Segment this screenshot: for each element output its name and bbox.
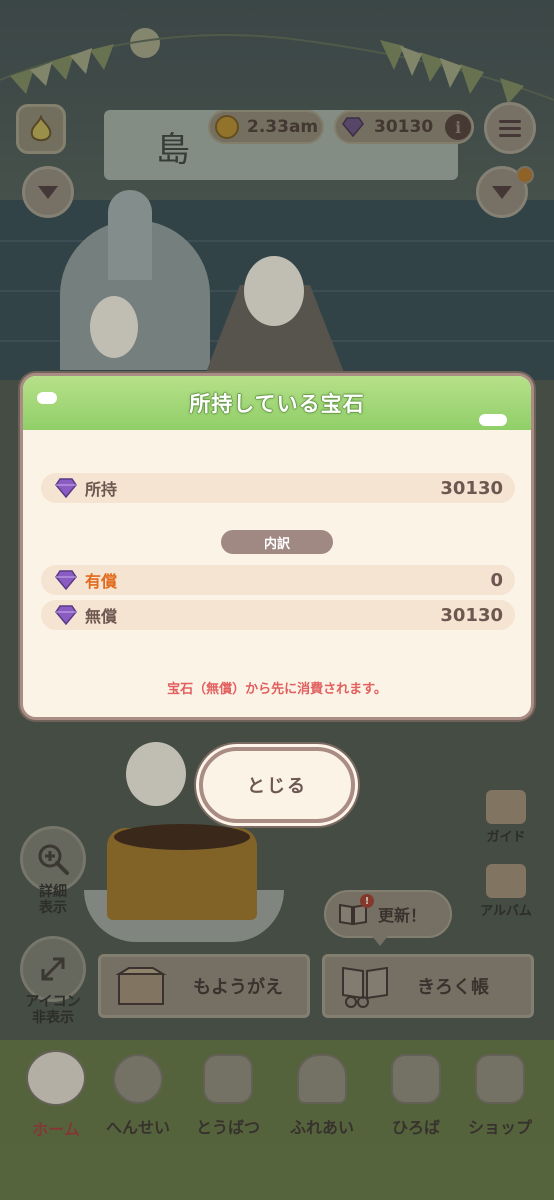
paid-label: 有償 bbox=[85, 572, 118, 591]
consumption-notice: 宝石（無償）から先に消費されます。 bbox=[167, 682, 387, 697]
free-row: 無償 30130 bbox=[41, 600, 515, 630]
gem-icon bbox=[55, 570, 77, 590]
free-value: 30130 bbox=[440, 604, 503, 626]
breakdown-label: 内訳 bbox=[263, 536, 290, 552]
dialog-header: 所持している宝石 bbox=[23, 376, 531, 430]
gems-owned-dialog: 所持している宝石 所持 30130 内訳 有償 0 無償 30130 宝石（無償… bbox=[20, 373, 534, 720]
free-label: 無償 bbox=[85, 607, 118, 626]
owned-row: 所持 30130 bbox=[41, 473, 515, 503]
cloud-decoration bbox=[479, 414, 507, 426]
breakdown-header: 内訳 bbox=[221, 530, 333, 554]
close-button[interactable]: とじる bbox=[199, 747, 355, 823]
dialog-title: 所持している宝石 bbox=[189, 392, 365, 416]
gem-icon bbox=[55, 605, 77, 625]
paid-row: 有償 0 bbox=[41, 565, 515, 595]
gem-icon bbox=[55, 478, 77, 498]
paid-value: 0 bbox=[490, 569, 503, 591]
close-label: とじる bbox=[247, 776, 307, 797]
owned-value: 30130 bbox=[440, 477, 503, 499]
owned-label: 所持 bbox=[85, 480, 118, 499]
cloud-decoration bbox=[37, 392, 57, 404]
